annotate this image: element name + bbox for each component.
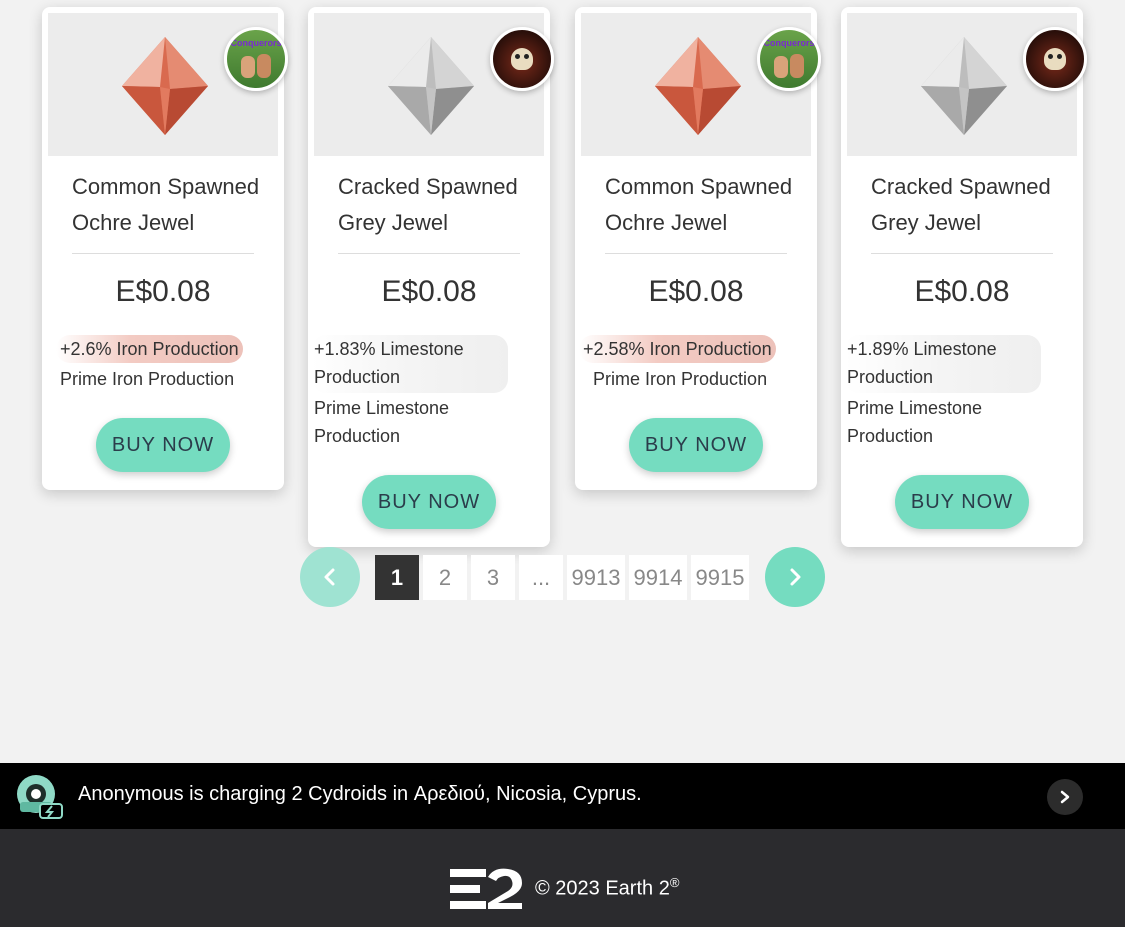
prime-bonus: Prime Limestone Production [847,398,983,446]
page-3[interactable]: 3 [471,555,515,600]
page-9913[interactable]: 9913 [567,555,625,600]
card-image [314,13,554,156]
bonus-badge: +2.58% Iron Production [579,335,776,363]
page-ellipsis: ... [519,555,563,600]
price: E$0.08 [648,275,744,308]
card-image [847,13,1087,156]
ticker-text: Anonymous is charging 2 Cydroids in Αρεδ… [78,783,642,805]
next-page-button[interactable] [765,547,825,607]
buy-now-button[interactable]: BUY NOW [629,418,763,472]
chevron-left-icon [324,568,335,586]
buy-now-button[interactable]: BUY NOW [96,418,230,472]
page-9915[interactable]: 9915 [691,555,749,600]
cydroid-charging-icon [17,775,63,819]
conquerors-avatar[interactable]: Conquerors [757,27,821,91]
prime-bonus: Prime Iron Production [60,369,235,389]
ticker-next-button[interactable] [1047,779,1083,815]
divider [338,253,520,254]
chevron-right-icon [790,568,801,586]
footer: © 2023 Earth 2® [0,829,1125,927]
card-image: Conquerors [48,13,288,156]
copyright: © 2023 Earth 2® [535,875,680,900]
product-card[interactable]: Cracked Spawned Grey Jewel E$0.08 +1.89% … [841,7,1087,547]
pirate-skull-avatar[interactable] [490,27,554,91]
divider [72,253,254,254]
prime-bonus: Prime Iron Production [593,369,768,389]
price: E$0.08 [115,275,211,308]
pirate-skull-avatar[interactable] [1023,27,1087,91]
bonus-badge: +1.83% Limestone Production [312,335,508,393]
grey-jewel-icon [388,37,474,135]
divider [871,253,1053,254]
buy-now-button[interactable]: BUY NOW [895,475,1029,529]
ochre-jewel-icon [655,37,741,135]
card-title: Common Spawned Ochre Jewel [605,174,793,235]
ochre-jewel-icon [122,37,208,135]
earth2-logo [450,868,522,909]
card-title: Cracked Spawned Grey Jewel [871,174,1051,235]
page-2[interactable]: 2 [423,555,467,600]
prev-page-button[interactable] [300,547,360,607]
activity-ticker: Anonymous is charging 2 Cydroids in Αρεδ… [0,763,1125,829]
grey-jewel-icon [921,37,1007,135]
buy-now-button[interactable]: BUY NOW [362,475,496,529]
product-card[interactable]: Conquerors Common Spawned Ochre Jewel E$0… [575,7,821,490]
card-title: Cracked Spawned Grey Jewel [338,174,518,235]
divider [605,253,787,254]
bonus-badge: +1.89% Limestone Production [845,335,1041,393]
card-image: Conquerors [581,13,821,156]
price: E$0.08 [914,275,1010,308]
card-title: Common Spawned Ochre Jewel [72,174,260,235]
page-1[interactable]: 1 [375,555,419,600]
page-9914[interactable]: 9914 [629,555,687,600]
conquerors-avatar[interactable]: Conquerors [224,27,288,91]
prime-bonus: Prime Limestone Production [314,398,450,446]
product-card[interactable]: Cracked Spawned Grey Jewel E$0.08 +1.83% … [308,7,554,547]
product-card[interactable]: Conquerors Common Spawned Ochre Jewel E$0… [42,7,288,490]
chevron-right-icon [1060,790,1070,804]
price: E$0.08 [381,275,477,308]
bonus-badge: +2.6% Iron Production [56,335,243,363]
